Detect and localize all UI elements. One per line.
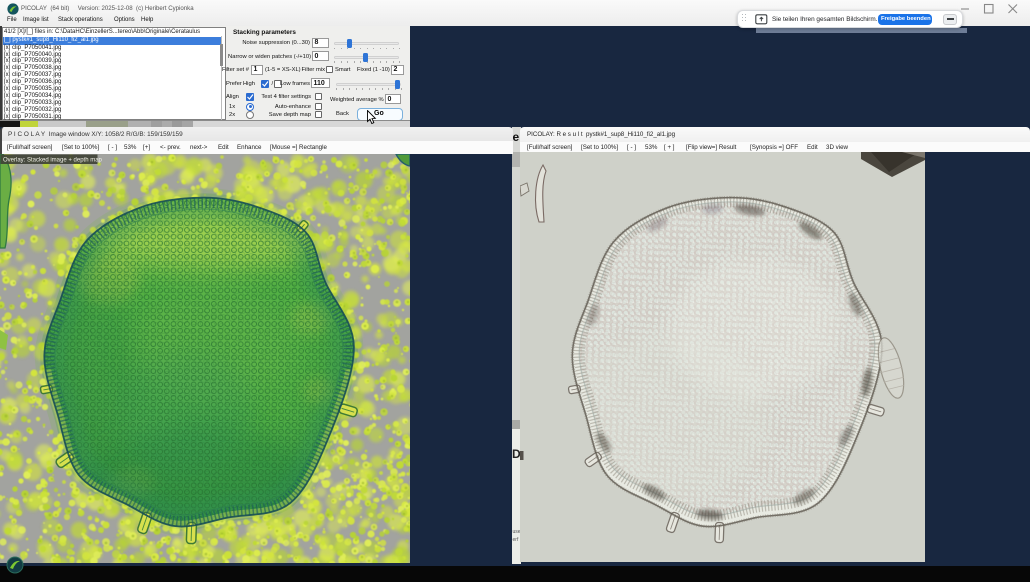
svg-text:Overlay: Stacked image + depth: Overlay: Stacked image + depth map xyxy=(3,157,103,163)
